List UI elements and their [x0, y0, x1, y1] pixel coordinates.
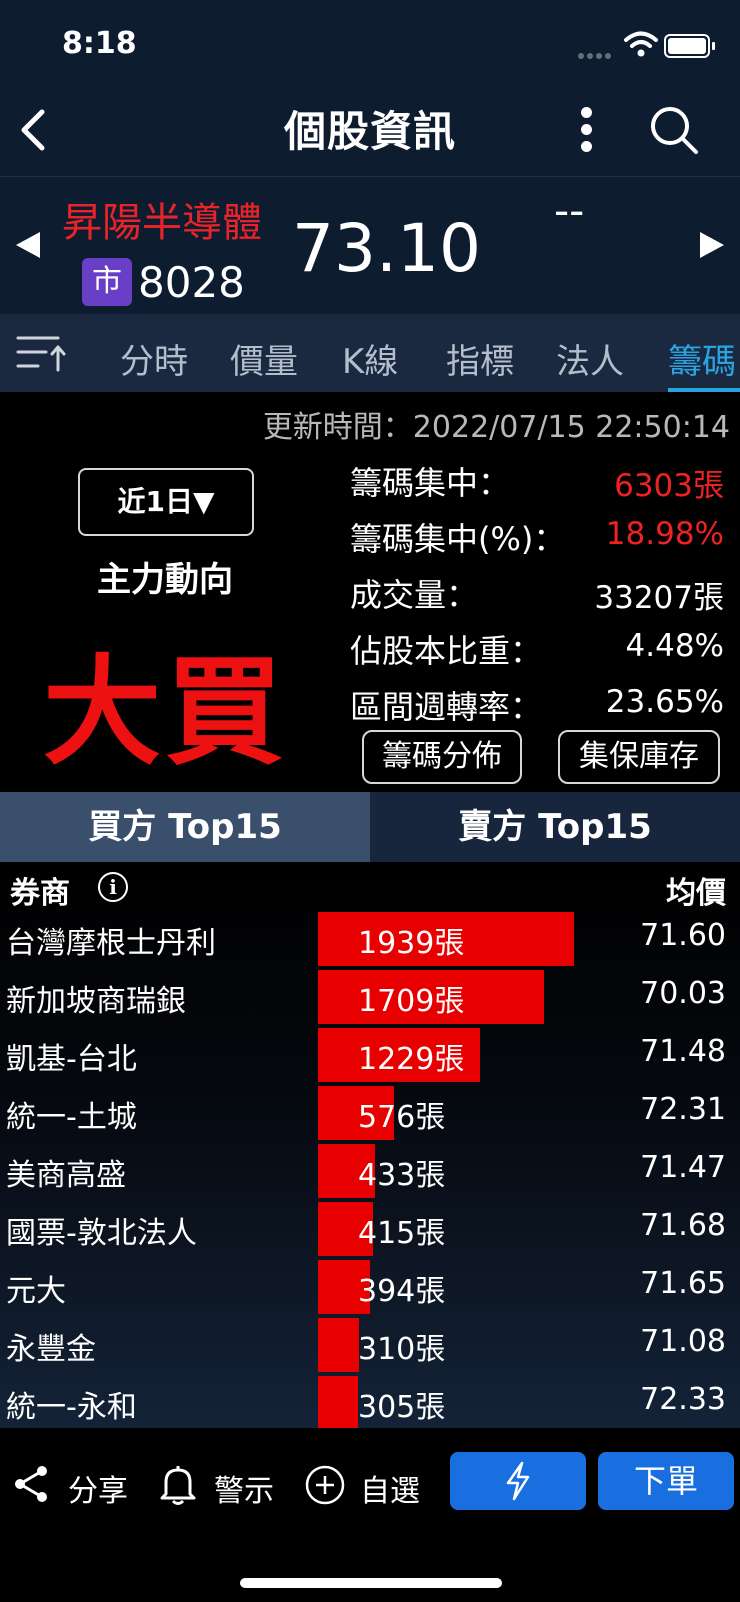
table-row[interactable]: 新加坡商瑞銀 1709張 70.03: [0, 968, 740, 1026]
volume-bar: [318, 1376, 358, 1428]
watchlist-label: 自選: [360, 1474, 420, 1509]
broker-quantity: 1229張: [358, 1042, 465, 1077]
table-row[interactable]: 統一-永和 305張 72.33: [0, 1374, 740, 1428]
broker-name: 凱基-台北: [6, 1042, 137, 1077]
custody-inventory-button[interactable]: 集保庫存: [558, 730, 720, 784]
broker-avg-price: 71.08: [640, 1324, 726, 1359]
stat-label-turnover: 區間週轉率：: [350, 688, 543, 726]
period-dropdown[interactable]: 近1日▼: [78, 468, 254, 536]
stat-value-concentration: 6303張: [614, 468, 724, 504]
broker-name: 統一-土城: [6, 1100, 137, 1135]
stock-price: 73.10: [292, 210, 481, 287]
quick-order-button[interactable]: [450, 1452, 586, 1510]
stock-name: 昇陽半導體: [62, 200, 262, 246]
stat-label-concentration-pct: 籌碼集中(%)：: [350, 520, 566, 558]
stat-value-volume: 33207張: [594, 580, 724, 616]
lightning-icon: [506, 1461, 530, 1501]
broker-quantity: 576張: [358, 1100, 446, 1135]
sort-menu-icon[interactable]: [16, 334, 66, 374]
share-icon: [15, 1466, 47, 1502]
page-title: 個股資訊: [283, 107, 456, 156]
info-icon[interactable]: i: [98, 872, 128, 902]
stat-label-capital-ratio: 佔股本比重：: [350, 632, 543, 670]
main-trend-label: 主力動向: [97, 560, 233, 600]
place-order-button[interactable]: 下單: [598, 1452, 734, 1510]
bell-icon: [160, 1466, 196, 1505]
add-circle-icon: [305, 1465, 345, 1505]
status-time: 8:18: [62, 26, 137, 61]
main-trend-value: 大買: [42, 643, 287, 781]
battery-icon: [664, 34, 710, 58]
chip-distribution-button[interactable]: 籌碼分佈: [362, 730, 522, 784]
tab-indicators[interactable]: 指標: [446, 334, 514, 383]
stock-change: --: [554, 186, 585, 235]
tab-chips[interactable]: 籌碼: [668, 334, 736, 383]
broker-avg-price: 71.48: [640, 1034, 726, 1069]
share-button[interactable]: 分享: [12, 1462, 142, 1509]
tab-kline[interactable]: K線: [342, 334, 398, 383]
alert-label: 警示: [214, 1474, 274, 1509]
alert-button[interactable]: 警示: [158, 1462, 288, 1509]
broker-name: 永豐金: [6, 1332, 96, 1367]
broker-avg-price: 71.60: [640, 918, 726, 953]
search-icon[interactable]: [648, 104, 700, 156]
broker-name: 元大: [6, 1274, 66, 1309]
broker-name: 台灣摩根士丹利: [6, 926, 216, 961]
stat-value-capital-ratio: 4.48%: [625, 628, 724, 664]
home-indicator: [240, 1578, 502, 1588]
broker-avg-price: 71.47: [640, 1150, 726, 1185]
table-row[interactable]: 國票-敦北法人 415張 71.68: [0, 1200, 740, 1258]
cellular-signal-icon: [578, 44, 618, 59]
broker-avg-price: 71.65: [640, 1266, 726, 1301]
market-badge: 市: [82, 258, 132, 306]
broker-quantity: 415張: [358, 1216, 446, 1251]
table-row[interactable]: 元大 394張 71.65: [0, 1258, 740, 1316]
broker-quantity: 310張: [358, 1332, 446, 1367]
broker-name: 新加坡商瑞銀: [6, 984, 186, 1019]
broker-avg-price: 70.03: [640, 976, 726, 1011]
broker-avg-price: 71.68: [640, 1208, 726, 1243]
broker-list[interactable]: 台灣摩根士丹利 1939張 71.60 新加坡商瑞銀 1709張 70.03 凱基-台北 12…: [0, 862, 740, 1428]
share-label: 分享: [68, 1474, 128, 1509]
broker-quantity: 1709張: [358, 984, 465, 1019]
update-time: 更新時間：2022/07/15 22:50:14: [262, 410, 730, 445]
table-row[interactable]: 永豐金 310張 71.08: [0, 1316, 740, 1374]
stock-code: 8028: [138, 258, 245, 307]
broker-quantity: 1939張: [358, 926, 465, 961]
prev-stock-icon[interactable]: [16, 232, 40, 258]
broker-quantity: 433張: [358, 1158, 446, 1193]
stat-value-turnover: 23.65%: [605, 684, 724, 720]
table-row[interactable]: 凱基-台北 1229張 71.48: [0, 1026, 740, 1084]
more-icon[interactable]: [576, 104, 596, 156]
broker-name: 統一-永和: [6, 1390, 137, 1425]
table-row[interactable]: 台灣摩根士丹利 1939張 71.60: [0, 910, 740, 968]
broker-quantity: 305張: [358, 1390, 446, 1425]
tab-intraday[interactable]: 分時: [120, 334, 188, 383]
column-header-broker: 券商: [10, 876, 70, 911]
tab-sell-top15[interactable]: 賣方 Top15: [370, 792, 740, 862]
broker-avg-price: 72.33: [640, 1382, 726, 1417]
wifi-icon: [624, 31, 658, 57]
table-row[interactable]: 美商高盛 433張 71.47: [0, 1142, 740, 1200]
stat-label-concentration: 籌碼集中：: [350, 464, 511, 502]
watchlist-button[interactable]: 自選: [304, 1462, 434, 1509]
broker-avg-price: 72.31: [640, 1092, 726, 1127]
tab-price-volume[interactable]: 價量: [230, 334, 298, 383]
broker-name: 美商高盛: [6, 1158, 126, 1193]
next-stock-icon[interactable]: [700, 232, 724, 258]
volume-bar: [318, 1318, 359, 1372]
broker-name: 國票-敦北法人: [6, 1216, 197, 1251]
stat-value-concentration-pct: 18.98%: [605, 516, 724, 552]
tab-buy-top15[interactable]: 買方 Top15: [0, 792, 370, 862]
broker-quantity: 394張: [358, 1274, 446, 1309]
column-header-avg-price: 均價: [666, 876, 726, 911]
stat-label-volume: 成交量：: [350, 576, 479, 614]
tab-institutional[interactable]: 法人: [556, 334, 624, 383]
table-row[interactable]: 統一-土城 576張 72.31: [0, 1084, 740, 1142]
